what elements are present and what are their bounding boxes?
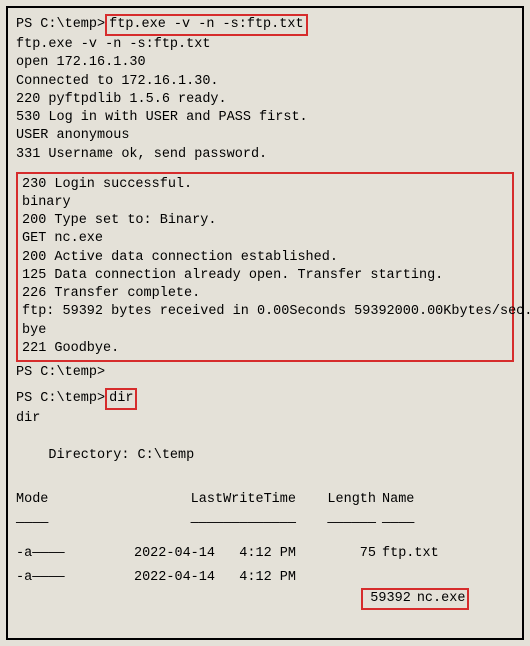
output-line: Connected to 172.16.1.30. <box>16 73 514 91</box>
cmd-dir: dir <box>105 388 137 410</box>
dir-header: Directory: C:\temp <box>16 447 514 465</box>
ftp-transfer-block: 230 Login successful. binary 200 Type se… <box>16 172 514 362</box>
output-line: 220 pyftpdlib 1.5.6 ready. <box>16 91 514 109</box>
output-line: bye <box>22 322 508 340</box>
ps-prompt: PS C:\temp> <box>16 16 105 34</box>
col-lwt-header: LastWriteTime <box>116 491 296 509</box>
output-line: 530 Log in with USER and PASS first. <box>16 109 514 127</box>
ftp-pre-output: open 172.16.1.30 Connected to 172.16.1.3… <box>16 54 514 163</box>
ftp-echo: ftp.exe -v -n -s:ftp.txt <box>16 36 514 54</box>
dir-echo: dir <box>16 410 514 428</box>
col-underline: ————————————— <box>116 515 296 533</box>
cell-lwt: 2022-04-14 4:12 PM <box>116 545 296 563</box>
output-line: binary <box>22 194 508 212</box>
table-row: -a———— 2022-04-14 4:12 PM 75 ftp.txt <box>16 545 514 563</box>
prompt-line-2: PS C:\temp> dir <box>16 388 514 410</box>
output-line: 226 Transfer complete. <box>22 285 508 303</box>
output-line: 230 Login successful. <box>22 176 508 194</box>
cell-mode: -a———— <box>16 569 116 628</box>
table-row: -a———— 2022-04-14 4:12 PM 59392 nc.exe <box>16 569 514 628</box>
col-len-header: Length <box>296 491 376 509</box>
output-line: ftp: 59392 bytes received in 0.00Seconds… <box>22 303 508 321</box>
cell-lwt: 2022-04-14 4:12 PM <box>116 569 296 628</box>
col-mode-header: Mode <box>16 491 116 509</box>
cmd-ftp: ftp.exe -v -n -s:ftp.txt <box>105 14 307 36</box>
output-line: GET nc.exe <box>22 230 508 248</box>
cell-len: 59392 <box>365 590 411 608</box>
output-line: 125 Data connection already open. Transf… <box>22 267 508 285</box>
ps-prompt: PS C:\temp> <box>16 390 105 408</box>
cell-name: ftp.txt <box>376 545 439 563</box>
table-underline-row: ———— ————————————— —————— ———— <box>16 515 514 533</box>
output-line: USER anonymous <box>16 127 514 145</box>
ps-prompt-empty: PS C:\temp> <box>16 364 514 382</box>
cell-len: 75 <box>296 545 376 563</box>
col-name-header: Name <box>376 491 414 509</box>
prompt-line-1: PS C:\temp> ftp.exe -v -n -s:ftp.txt <box>16 14 514 36</box>
output-line: 331 Username ok, send password. <box>16 146 514 164</box>
output-line: 200 Active data connection established. <box>22 249 508 267</box>
file-highlight: 59392 nc.exe <box>361 588 470 610</box>
output-line: open 172.16.1.30 <box>16 54 514 72</box>
col-underline: —————— <box>296 515 376 533</box>
cell-mode: -a———— <box>16 545 116 563</box>
output-line: 200 Type set to: Binary. <box>22 212 508 230</box>
col-underline: ———— <box>376 515 414 533</box>
cell-name: nc.exe <box>411 590 466 608</box>
cell-len-wrap: 59392 nc.exe <box>296 569 376 628</box>
col-underline: ———— <box>16 515 116 533</box>
dir-listing: Mode LastWriteTime Length Name ———— ————… <box>16 491 514 628</box>
terminal-window: PS C:\temp> ftp.exe -v -n -s:ftp.txt ftp… <box>6 6 524 640</box>
table-header-row: Mode LastWriteTime Length Name <box>16 491 514 509</box>
output-line: 221 Goodbye. <box>22 340 508 358</box>
